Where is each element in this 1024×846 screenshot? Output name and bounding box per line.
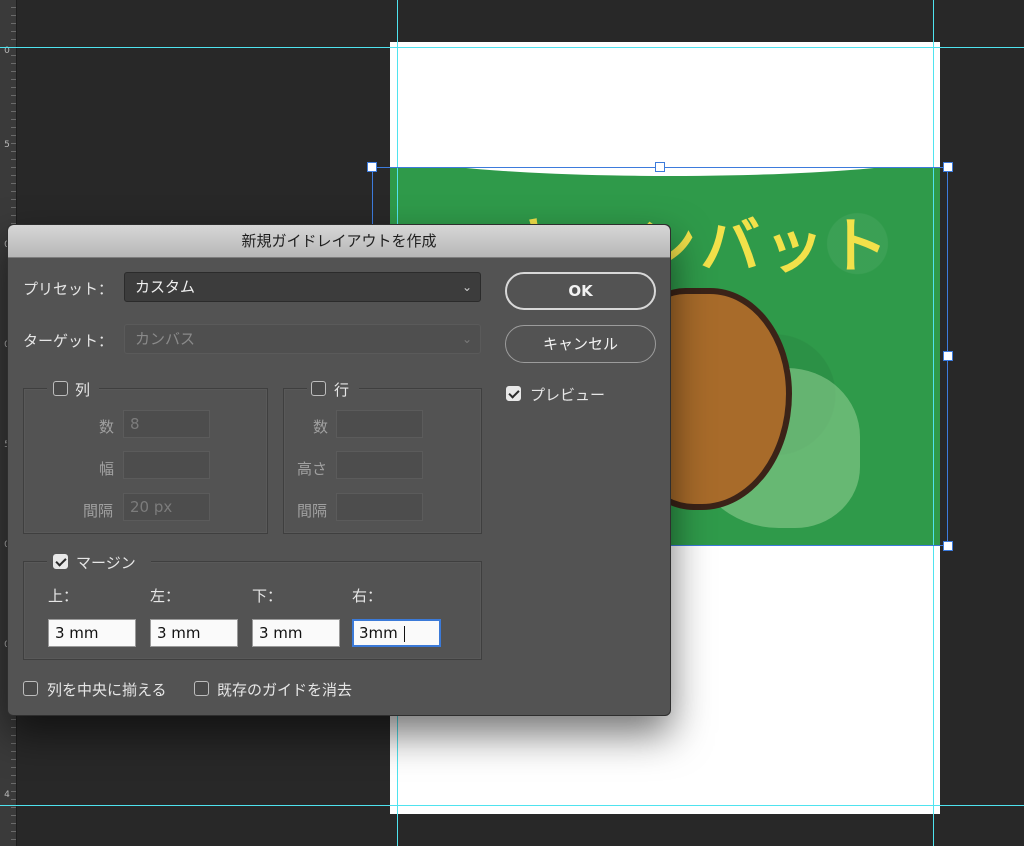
preset-select[interactable]: カスタム ⌄ (124, 272, 481, 302)
transform-handle-top-center[interactable] (655, 162, 665, 172)
transform-handle-bottom-right[interactable] (943, 541, 953, 551)
preview-checkbox[interactable] (506, 386, 521, 401)
margin-top-field[interactable]: 3 mm (48, 619, 136, 647)
cancel-button[interactable]: キャンセル (505, 325, 656, 363)
ok-button[interactable]: OK (505, 272, 656, 310)
dialog-title: 新規ガイドレイアウトを作成 (8, 225, 670, 258)
rows-gutter-field[interactable] (336, 493, 423, 521)
rows-gutter-label: 間隔 (297, 502, 328, 520)
margin-bottom-label: 下： (252, 587, 283, 605)
clear-guides-label: 既存のガイドを消去 (217, 681, 353, 699)
columns-gutter-field[interactable]: 20 px (123, 493, 210, 521)
columns-label: 列 (75, 381, 91, 399)
margin-left-field[interactable]: 3 mm (150, 619, 238, 647)
columns-count-label: 数 (99, 418, 115, 436)
columns-width-label: 幅 (99, 460, 115, 478)
margin-right-field[interactable]: 3mm (352, 619, 441, 647)
margin-right-label: 右： (352, 587, 383, 605)
margin-label: マージン (76, 554, 136, 572)
transform-handle-middle-right[interactable] (943, 351, 953, 361)
columns-gutter-label: 間隔 (83, 502, 114, 520)
rows-height-field[interactable] (336, 451, 423, 479)
chevron-down-icon: ⌄ (461, 332, 472, 346)
columns-count-field[interactable]: 8 (123, 410, 210, 438)
margin-bottom-field[interactable]: 3 mm (252, 619, 340, 647)
target-select[interactable]: カンバス ⌄ (124, 324, 481, 354)
rows-label: 行 (334, 381, 350, 399)
ruler-label: 4 (4, 790, 10, 800)
guide-top[interactable] (0, 47, 1024, 48)
margin-right-value: 3mm (359, 624, 398, 642)
margin-left-label: 左： (150, 587, 181, 605)
preset-label: プリセット： (23, 280, 114, 298)
rows-height-label: 高さ (297, 460, 328, 478)
preset-value: カスタム (135, 278, 196, 296)
target-label: ターゲット： (23, 332, 114, 350)
transform-handle-top-right[interactable] (943, 162, 953, 172)
guide-bottom[interactable] (0, 805, 1024, 806)
center-columns-checkbox[interactable] (23, 681, 38, 696)
target-value: カンバス (135, 330, 196, 348)
transform-handle-top-left[interactable] (367, 162, 377, 172)
text-caret (403, 625, 405, 642)
margin-checkbox[interactable] (53, 554, 68, 569)
new-guide-layout-dialog: 新規ガイドレイアウトを作成 プリセット： カスタム ⌄ ターゲット： カンバス … (7, 224, 671, 716)
chevron-down-icon: ⌄ (461, 280, 472, 294)
preview-label: プレビュー (530, 386, 606, 404)
columns-width-field[interactable] (123, 451, 210, 479)
rows-count-field[interactable] (336, 410, 423, 438)
rows-count-label: 数 (313, 418, 329, 436)
ruler-label: 5 (4, 140, 10, 150)
clear-guides-checkbox[interactable] (194, 681, 209, 696)
margin-top-label: 上： (48, 587, 79, 605)
columns-checkbox[interactable] (53, 381, 68, 396)
rows-checkbox[interactable] (311, 381, 326, 396)
center-columns-label: 列を中央に揃える (47, 681, 167, 699)
